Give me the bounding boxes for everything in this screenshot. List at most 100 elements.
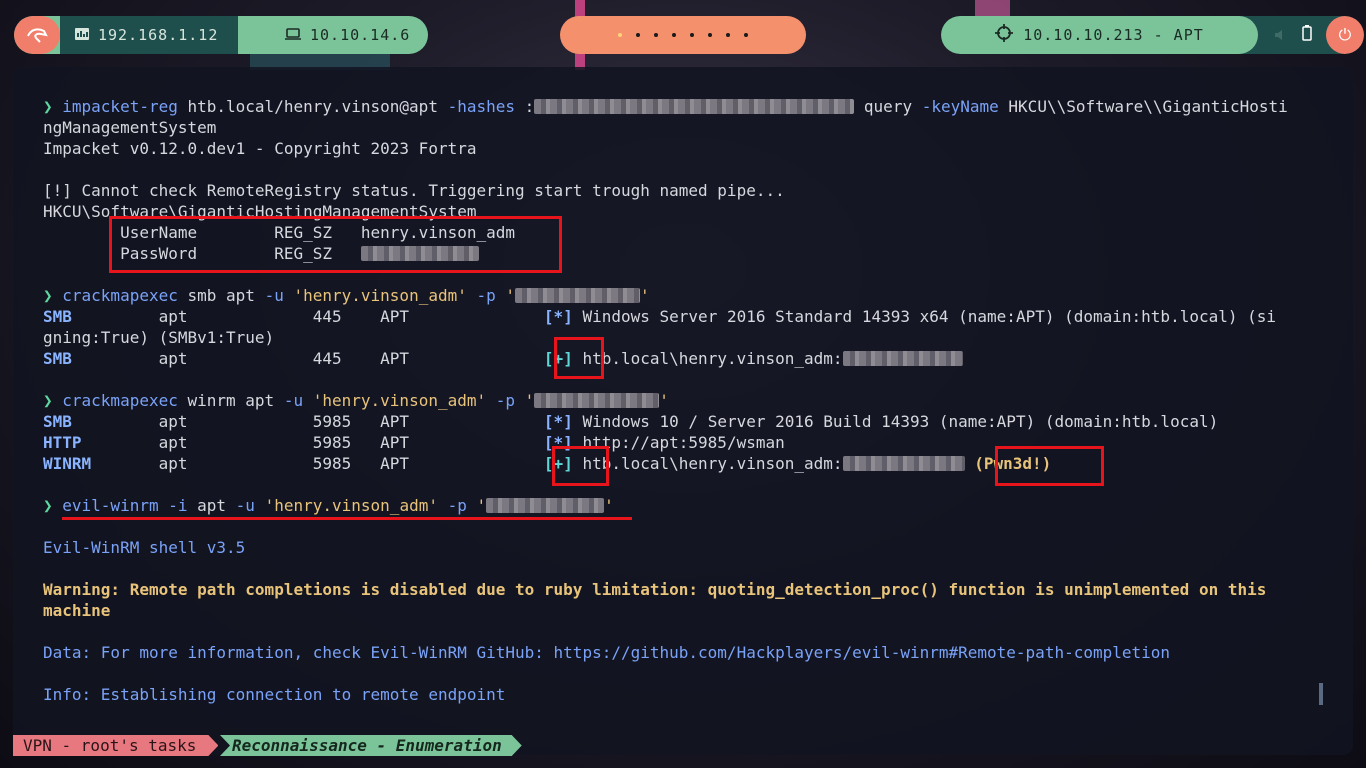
terminal-text: htb.local\henry.vinson_adm: bbox=[572, 454, 843, 473]
terminal-text: ' bbox=[604, 496, 614, 515]
registry-credentials-highlight bbox=[109, 216, 562, 273]
workspace-1[interactable] bbox=[618, 33, 622, 37]
redacted-secret bbox=[486, 498, 605, 513]
terminal-cursor bbox=[1319, 683, 1323, 705]
terminal-line: SMB apt 5985 APT [*] Windows 10 / Server… bbox=[43, 411, 1218, 432]
redacted-secret bbox=[515, 288, 641, 303]
terminal-text: -u bbox=[235, 496, 255, 515]
terminal-text: ❯ bbox=[43, 286, 63, 305]
terminal-text: -p bbox=[447, 496, 467, 515]
terminal-text: -i bbox=[168, 496, 188, 515]
terminal-text: -p bbox=[476, 286, 496, 305]
terminal-text: ' bbox=[515, 391, 535, 410]
terminal-text: HTTP bbox=[43, 433, 82, 452]
terminal-text: Warning: Remote path completions is disa… bbox=[43, 580, 1267, 599]
terminal-text: crackmapexec bbox=[62, 391, 178, 410]
local-ip-text: 192.168.1.12 bbox=[98, 26, 219, 44]
pwned-highlight bbox=[995, 446, 1104, 486]
volume-icon[interactable] bbox=[1274, 26, 1288, 45]
workspace-5[interactable] bbox=[690, 33, 694, 37]
terminal-line: ❯ crackmapexec winrm apt -u 'henry.vinso… bbox=[43, 390, 669, 411]
terminal-line: gning:True) (SMBv1:True) bbox=[43, 327, 274, 348]
power-icon[interactable]: ⏻ bbox=[1326, 16, 1364, 54]
workspace-8[interactable] bbox=[744, 33, 748, 37]
terminal-line: ❯ impacket-reg htb.local/henry.vinson@ap… bbox=[43, 96, 1288, 117]
smb-success-highlight bbox=[554, 337, 604, 379]
terminal-text: apt 445 APT bbox=[71, 349, 544, 368]
redacted-secret bbox=[842, 456, 965, 471]
terminal-text: Evil-WinRM shell v3.5 bbox=[43, 538, 246, 557]
laptop-icon bbox=[284, 26, 302, 45]
terminal-text: 'henry.vinson_adm' bbox=[312, 391, 487, 410]
terminal-text: Windows 10 / Server 2016 Build 14393 (na… bbox=[572, 412, 1219, 431]
terminal-window[interactable]: ❯ impacket-reg htb.local/henry.vinson@ap… bbox=[13, 67, 1353, 755]
terminal-text: apt 445 APT bbox=[71, 307, 544, 326]
terminal-text: htb.local/henry.vinson@apt bbox=[177, 97, 448, 116]
terminal-text: ngManagementSystem bbox=[43, 118, 217, 137]
terminal-text: Windows Server 2016 Standard 14393 x64 (… bbox=[572, 307, 1277, 326]
network-icon bbox=[74, 26, 90, 45]
terminal-line: Impacket v0.12.0.dev1 - Copyright 2023 F… bbox=[43, 138, 476, 159]
terminal-text: SMB bbox=[43, 307, 72, 326]
workspace-3[interactable] bbox=[654, 33, 658, 37]
terminal-text: -u bbox=[264, 286, 284, 305]
terminal-text: WINRM bbox=[43, 454, 92, 473]
terminal-text: ' bbox=[659, 391, 669, 410]
terminal-text: apt bbox=[187, 496, 236, 515]
terminal-line: ❯ evil-winrm -i apt -u 'henry.vinson_adm… bbox=[43, 495, 614, 516]
terminal-text: ❯ bbox=[43, 496, 63, 515]
workspace-7[interactable] bbox=[726, 33, 730, 37]
terminal-text: gning:True) (SMBv1:True) bbox=[43, 328, 275, 347]
workspace-6[interactable] bbox=[708, 33, 712, 37]
terminal-text: [*] bbox=[543, 307, 573, 326]
terminal-text: query bbox=[854, 97, 922, 116]
terminal-text: 'henry.vinson_adm' bbox=[264, 496, 438, 515]
workspace-4[interactable] bbox=[672, 33, 676, 37]
terminal-text: apt 5985 APT bbox=[71, 412, 544, 431]
terminal-text: -keyName bbox=[921, 97, 999, 116]
terminal-text: Info: Establishing connection to remote … bbox=[43, 685, 506, 704]
terminal-text: ❯ bbox=[43, 97, 63, 116]
terminal-line: WINRM apt 5985 APT [+] htb.local\henry.v… bbox=[43, 453, 1051, 474]
target-info[interactable]: 10.10.10.213 - APT bbox=[941, 16, 1258, 54]
winrm-success-highlight bbox=[552, 446, 609, 486]
workspace-switcher bbox=[560, 16, 806, 54]
terminal-line: ngManagementSystem bbox=[43, 117, 216, 138]
terminal-text: crackmapexec bbox=[62, 286, 178, 305]
terminal-line: Info: Establishing connection to remote … bbox=[43, 684, 505, 705]
terminal-line: Evil-WinRM shell v3.5 bbox=[43, 537, 245, 558]
ip-widget: 192.168.1.12 10.10.14.6 bbox=[14, 16, 428, 54]
terminal-text: apt 5985 APT bbox=[91, 454, 544, 473]
terminal-text: 'henry.vinson_adm' bbox=[293, 286, 467, 305]
terminal-text: SMB bbox=[43, 412, 72, 431]
terminal-line: Warning: Remote path completions is disa… bbox=[43, 579, 1266, 600]
terminal-text: -hashes bbox=[447, 97, 516, 116]
terminal-text: evil-winrm bbox=[62, 496, 159, 515]
battery-icon bbox=[1302, 25, 1312, 45]
terminal-line: ❯ crackmapexec smb apt -u 'henry.vinson_… bbox=[43, 285, 650, 306]
kali-logo-icon[interactable] bbox=[14, 16, 60, 54]
terminal-text: htb.local\henry.vinson_adm: bbox=[572, 349, 843, 368]
terminal-line: [!] Cannot check RemoteRegistry status. … bbox=[43, 180, 785, 201]
redacted-secret bbox=[842, 351, 963, 366]
terminal-line: SMB apt 445 APT [*] Windows Server 2016 … bbox=[43, 306, 1276, 327]
terminal-text: smb apt bbox=[177, 286, 265, 305]
terminal-line: SMB apt 445 APT [+] htb.local\henry.vins… bbox=[43, 348, 963, 369]
terminal-text: apt 5985 APT bbox=[81, 433, 544, 452]
vpn-ip: 10.10.14.6 bbox=[238, 16, 428, 54]
status-current-task[interactable]: Reconnaissance - Enumeration bbox=[220, 735, 522, 756]
terminal-text: ' bbox=[495, 286, 516, 305]
terminal-text: ' bbox=[640, 286, 650, 305]
evil-winrm-underline bbox=[62, 517, 632, 520]
target-widget: 10.10.10.213 - APT ⏻ bbox=[941, 16, 1364, 54]
terminal-line: HTTP apt 5985 APT [*] http://apt:5985/ws… bbox=[43, 432, 785, 453]
terminal-text: -p bbox=[495, 391, 516, 410]
status-vpn-tasks[interactable]: VPN - root's tasks bbox=[13, 735, 218, 756]
workspace-2[interactable] bbox=[636, 33, 640, 37]
terminal-text: impacket-reg bbox=[62, 97, 178, 116]
